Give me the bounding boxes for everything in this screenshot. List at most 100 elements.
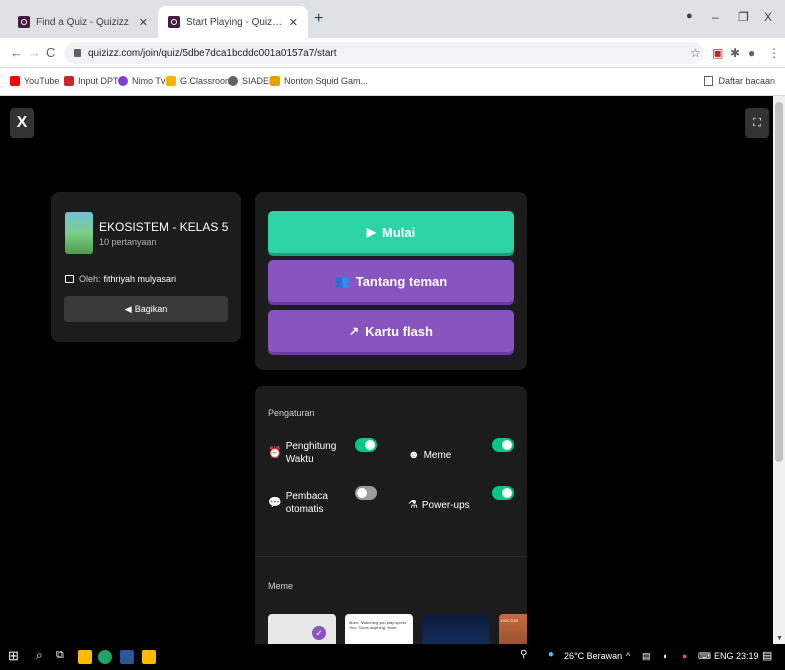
challenge-friends-button[interactable]: 👥 Tantang teman [268, 260, 514, 302]
meme-card[interactable]: Mom: "Watching you play sports" You: "Do… [345, 614, 413, 644]
clock[interactable]: 23:19 [736, 651, 759, 661]
share-icon: ◀ [124, 303, 132, 314]
bookmarks-bar: YouTube Input DPT Nimo Tv G.Classroom SI… [0, 68, 785, 96]
reading-list-button[interactable]: Daftar bacaan [704, 76, 775, 86]
quizizz-page: X ⛶ EKOSISTEM - KELAS 5 10 pertanyaan Ol… [0, 96, 773, 644]
new-tab-button[interactable]: + [314, 10, 323, 28]
tab-find-quiz[interactable]: Find a Quiz - Quizizz ✕ [8, 6, 158, 38]
extensions-puzzle-icon[interactable]: ✱ [730, 46, 740, 60]
weather-icon: ● [548, 649, 555, 660]
minimize-button[interactable]: – [712, 10, 719, 24]
start-button[interactable]: ▶ Mulai [268, 211, 514, 253]
lock-icon [74, 49, 81, 57]
person-icon[interactable]: ⚲ [520, 649, 527, 660]
timer-toggle[interactable] [355, 438, 377, 452]
network-icon[interactable]: ▤ [642, 651, 651, 662]
tab-strip: Find a Quiz - Quizizz ✕ Start Playing - … [0, 0, 785, 38]
close-window-button[interactable]: X [764, 10, 772, 24]
meme-section-title: Meme [268, 581, 294, 591]
task-view-icon[interactable]: ⧉ [56, 649, 64, 662]
option-label: otomatis [285, 504, 324, 515]
timer-icon: ⏰ [268, 446, 282, 459]
url-text: quizizz.com/join/quiz/5dbe7dca1bcddc001a… [88, 47, 337, 59]
back-button[interactable]: ← [10, 45, 23, 60]
bookmark-label: Nimo Tv [132, 76, 166, 86]
bookmark-item[interactable]: Nimo Tv [118, 76, 165, 86]
users-icon: 👥 [334, 274, 350, 288]
quizizz-favicon-icon [168, 16, 180, 28]
menu-kebab-icon[interactable]: ⋮ [768, 46, 780, 60]
meme-text: Mom: "Watching you play sports" You: "Do… [349, 620, 408, 630]
bookmark-item[interactable]: Input DPT [64, 76, 119, 86]
share-button[interactable]: ◀ Bagikan [64, 296, 228, 322]
bookmark-item[interactable]: Nonton Squid Gam... [270, 76, 368, 86]
option-read-aloud: 💬 Pembaca otomatis [268, 490, 328, 516]
play-icon: ▶ [366, 225, 376, 239]
read-aloud-toggle[interactable] [355, 486, 377, 500]
language-indicator[interactable]: ENG [714, 651, 734, 661]
meme-card[interactable]: DOCTOR [499, 614, 527, 644]
powerup-icon: ⚗ [408, 499, 418, 511]
meme-card[interactable]: ✓ [268, 614, 336, 644]
page-scrollbar[interactable]: ▼ [773, 96, 785, 644]
youtube-icon [10, 76, 20, 86]
powerups-toggle[interactable] [492, 486, 514, 500]
tab-title: Find a Quiz - Quizizz [36, 16, 129, 28]
action-center-icon[interactable]: ▤ [762, 649, 772, 662]
windows-taskbar: ⊞ ⌕ ⧉ ⚲ ● 26°C Berawan ^ ▤ ◖ ● ⌨ ENG 23:… [0, 644, 785, 670]
settings-title: Pengaturan [268, 408, 315, 418]
reading-list-label: Daftar bacaan [718, 76, 775, 86]
tab-title: Start Playing - Quizizz [186, 16, 283, 28]
flashcards-button[interactable]: ↗ Kartu flash [268, 310, 514, 352]
windows-start-icon[interactable]: ⊞ [8, 648, 19, 664]
tray-chevron-icon[interactable]: ^ [626, 651, 630, 661]
tab-start-playing[interactable]: Start Playing - Quizizz ✕ [158, 6, 308, 38]
volume-icon[interactable]: ◖ [662, 651, 667, 661]
option-label: Power-ups [421, 500, 470, 511]
search-icon[interactable]: ⌕ [36, 648, 43, 663]
option-powerups: ⚗ Power-ups [408, 499, 470, 512]
tab-close-icon[interactable]: ✕ [289, 16, 298, 29]
close-button[interactable]: X [10, 108, 34, 138]
bookmark-item[interactable]: G.Classroom [166, 76, 233, 86]
option-label: Waktu [285, 454, 314, 465]
address-bar-row: ← → C quizizz.com/join/quiz/5dbe7dca1bcd… [0, 38, 785, 68]
chrome-icon[interactable] [98, 650, 112, 664]
folder-icon[interactable] [142, 650, 156, 664]
globe-icon [228, 76, 238, 86]
option-meme: ☻ Meme [408, 449, 451, 462]
file-explorer-icon[interactable] [78, 650, 92, 664]
option-label: Pembaca [285, 491, 328, 502]
reader-icon: 💬 [268, 496, 282, 509]
tab-close-icon[interactable]: ✕ [139, 16, 148, 29]
keyboard-icon[interactable]: ⌨ [698, 651, 711, 662]
quizizz-favicon-icon [18, 16, 30, 28]
notification-icon[interactable]: ● [682, 651, 687, 661]
scrollbar-thumb[interactable] [775, 102, 783, 462]
word-icon[interactable] [120, 650, 134, 664]
bookmark-item[interactable]: YouTube [10, 76, 59, 86]
avatar[interactable]: ● [748, 46, 755, 60]
settings-card: Pengaturan ⏰ Penghitung Waktu ☻ Meme 💬 P… [255, 386, 527, 644]
forward-button[interactable]: → [28, 45, 41, 60]
extension-icon[interactable]: ▣ [712, 46, 723, 60]
profile-icon[interactable]: ● [686, 10, 693, 22]
reload-button[interactable]: C [46, 45, 55, 60]
fullscreen-button[interactable]: ⛶ [745, 108, 769, 138]
bookmark-label: YouTube [24, 76, 60, 86]
author-line: Oleh: fithriyah mulyasari [65, 274, 176, 284]
check-icon: ✓ [312, 626, 326, 640]
meme-toggle[interactable] [492, 438, 514, 452]
bookmark-item[interactable]: SIADEK [228, 76, 275, 86]
library-icon [65, 275, 74, 283]
scroll-down-arrow-icon[interactable]: ▼ [776, 635, 783, 642]
fullscreen-icon: ⛶ [753, 116, 761, 129]
share-label: Bagikan [134, 304, 168, 314]
meme-icon: ☻ [408, 449, 420, 461]
divider [255, 556, 527, 557]
weather-text[interactable]: 26°C Berawan [564, 651, 622, 661]
restore-button[interactable]: ❐ [738, 10, 749, 24]
bookmark-star-icon[interactable]: ☆ [690, 46, 701, 60]
url-input[interactable]: quizizz.com/join/quiz/5dbe7dca1bcddc001a… [64, 42, 704, 64]
meme-card[interactable] [422, 614, 490, 644]
